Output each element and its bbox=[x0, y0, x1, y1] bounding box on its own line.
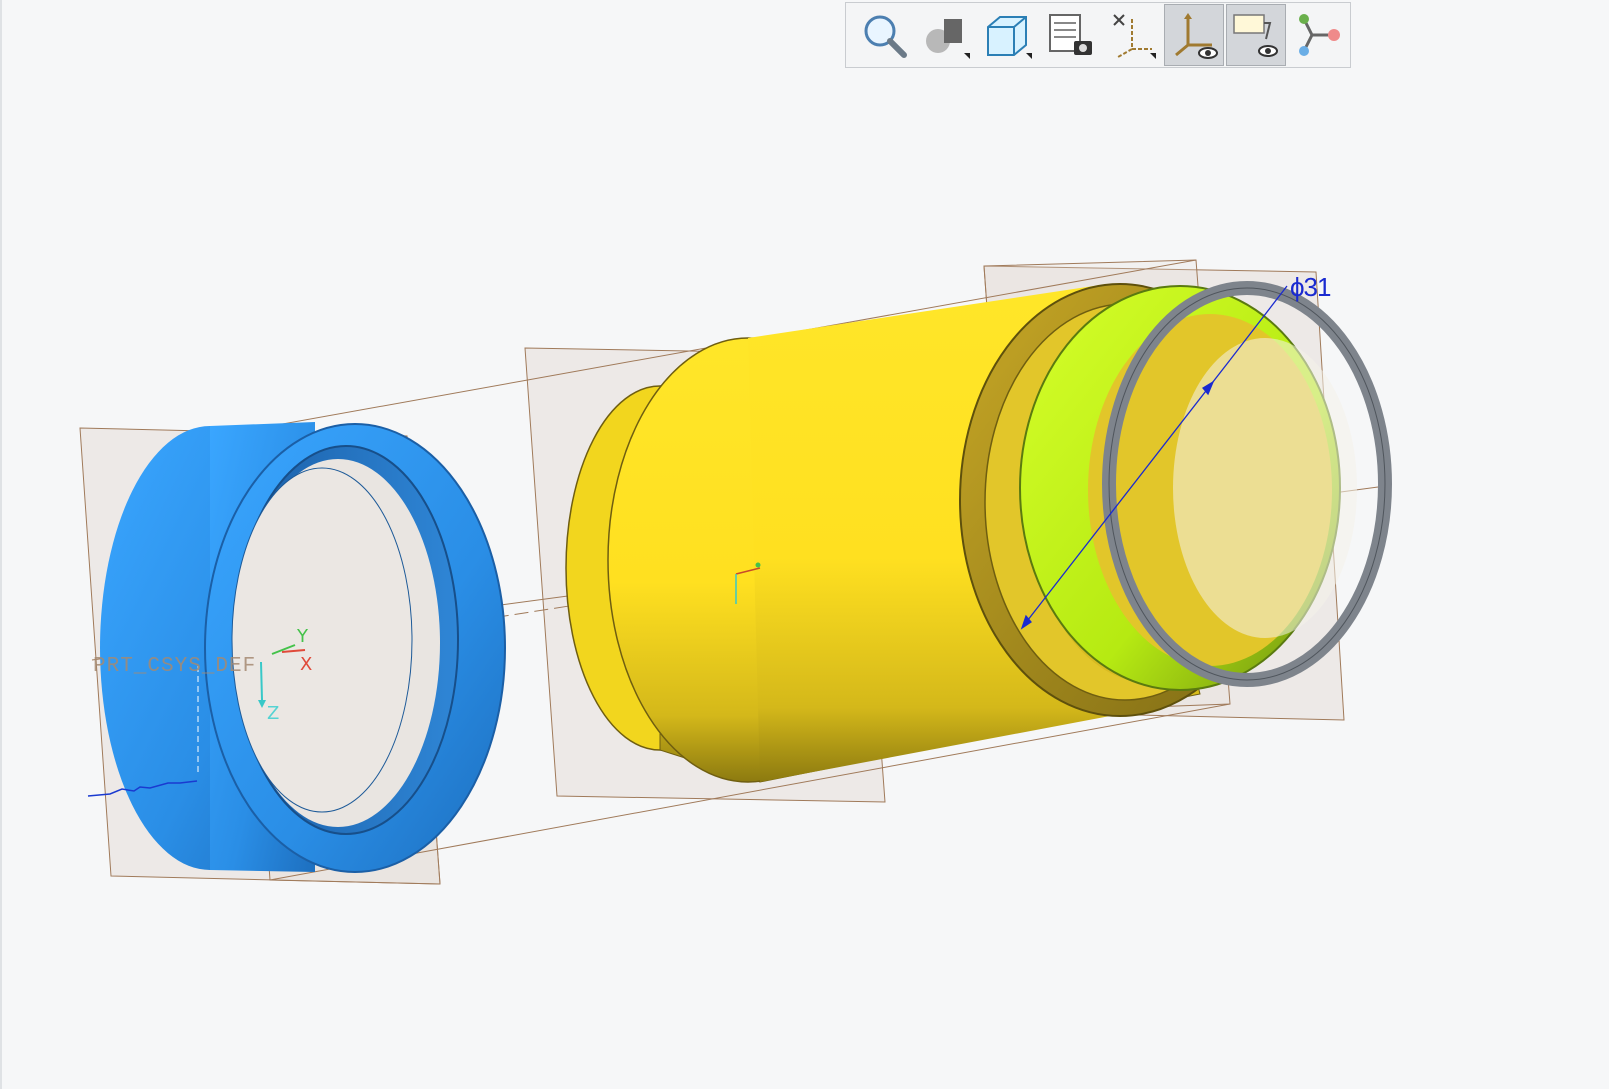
appearance-icon bbox=[926, 19, 970, 59]
graphics-toolbar bbox=[845, 2, 1351, 68]
csys-y-label: Y bbox=[297, 626, 308, 647]
datum-display-button[interactable] bbox=[1102, 4, 1162, 66]
zoom-button[interactable] bbox=[854, 4, 914, 66]
display-style-icon bbox=[987, 16, 1032, 59]
annotation-display-icon bbox=[1233, 14, 1278, 57]
blue-ring-part[interactable] bbox=[100, 422, 506, 873]
csys-z-label: Z bbox=[267, 703, 280, 724]
model-scene[interactable] bbox=[0, 0, 1609, 1089]
saved-views-button[interactable] bbox=[1040, 4, 1100, 66]
appearance-button[interactable] bbox=[916, 4, 976, 66]
annotation-display-button[interactable] bbox=[1226, 4, 1286, 66]
saved-views-icon bbox=[1049, 14, 1092, 55]
csys-x-label: X bbox=[300, 654, 313, 675]
display-style-button[interactable] bbox=[978, 4, 1038, 66]
diameter-dimension-label[interactable]: ϕ31 bbox=[1290, 272, 1331, 303]
csys-display-icon bbox=[1175, 13, 1218, 59]
zoom-icon bbox=[864, 15, 907, 58]
csys-display-button[interactable] bbox=[1164, 4, 1224, 66]
graphics-window[interactable]: ϕ31 PRT_CSYS_DEF Y X Z bbox=[0, 0, 1609, 1089]
spin-center-icon bbox=[1299, 14, 1340, 56]
datum-display-icon bbox=[1113, 14, 1156, 59]
csys-name-label: PRT_CSYS_DEF bbox=[93, 655, 257, 678]
spin-center-button[interactable] bbox=[1288, 4, 1348, 66]
